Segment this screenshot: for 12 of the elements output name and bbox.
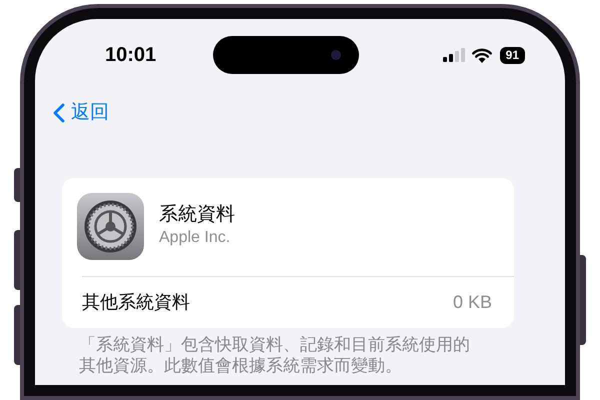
signal-icon [442, 48, 465, 62]
wifi-icon [472, 48, 492, 62]
row-label: 其他系統資料 [82, 290, 191, 314]
footer-note: 「系統資料」包含快取資料、記錄和目前系統使用的其他資源。此數值會根據系統需求而變動。 [79, 334, 471, 376]
status-time: 10:01 [105, 43, 156, 68]
app-name: 系統資料 [159, 203, 235, 227]
row-value: 0 KB [452, 290, 492, 314]
developer-name: Apple Inc. [159, 228, 232, 248]
back-button[interactable]: 返回 [53, 99, 109, 128]
gear-app-icon [77, 192, 144, 260]
chevron-left-icon [53, 103, 65, 124]
battery-indicator: 91 [500, 46, 525, 64]
